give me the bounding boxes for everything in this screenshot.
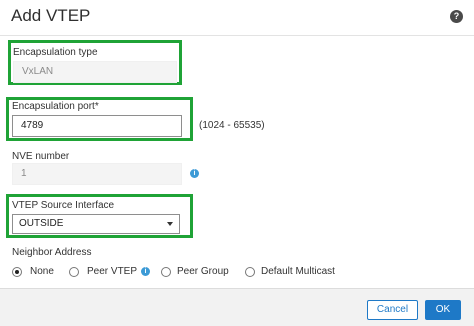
radio-button-peer-group[interactable] xyxy=(161,267,171,277)
dialog-footer: Cancel OK xyxy=(0,288,474,326)
dialog-title: Add VTEP xyxy=(11,6,91,25)
port-range-hint: (1024 - 65535) xyxy=(199,120,265,131)
vtep-source-interface-select[interactable]: OUTSIDE xyxy=(12,214,180,234)
radio-label-default-multicast: Default Multicast xyxy=(261,266,335,277)
radio-label-peer-group: Peer Group xyxy=(177,266,229,277)
chevron-down-icon xyxy=(167,222,173,226)
neighbor-address-label: Neighbor Address xyxy=(12,247,92,258)
add-vtep-dialog: Add VTEP ? Encapsulation type VxLAN Enca… xyxy=(0,0,474,326)
nve-number-field: 1 xyxy=(12,163,182,185)
cancel-button[interactable]: Cancel xyxy=(367,300,418,320)
encapsulation-type-label: Encapsulation type xyxy=(13,47,98,58)
ok-button[interactable]: OK xyxy=(425,300,461,320)
radio-label-peer-vtep: Peer VTEP xyxy=(87,266,138,277)
radio-button-default-multicast[interactable] xyxy=(245,267,255,277)
radio-label-none: None xyxy=(30,266,54,277)
question-circle-icon[interactable]: ? xyxy=(450,10,463,23)
encapsulation-port-input[interactable]: 4789 xyxy=(12,115,182,137)
radio-button-none[interactable] xyxy=(12,267,22,277)
radio-button-peer-vtep[interactable] xyxy=(69,267,79,277)
nve-number-label: NVE number xyxy=(12,151,70,162)
vtep-source-interface-value: OUTSIDE xyxy=(19,218,64,229)
encapsulation-port-label: Encapsulation port* xyxy=(12,101,99,112)
dialog-header: Add VTEP ? xyxy=(0,0,474,36)
info-icon[interactable]: i xyxy=(190,169,199,178)
encapsulation-type-field: VxLAN xyxy=(13,61,177,83)
info-icon[interactable]: i xyxy=(141,267,150,276)
vtep-source-interface-label: VTEP Source Interface xyxy=(12,200,115,211)
